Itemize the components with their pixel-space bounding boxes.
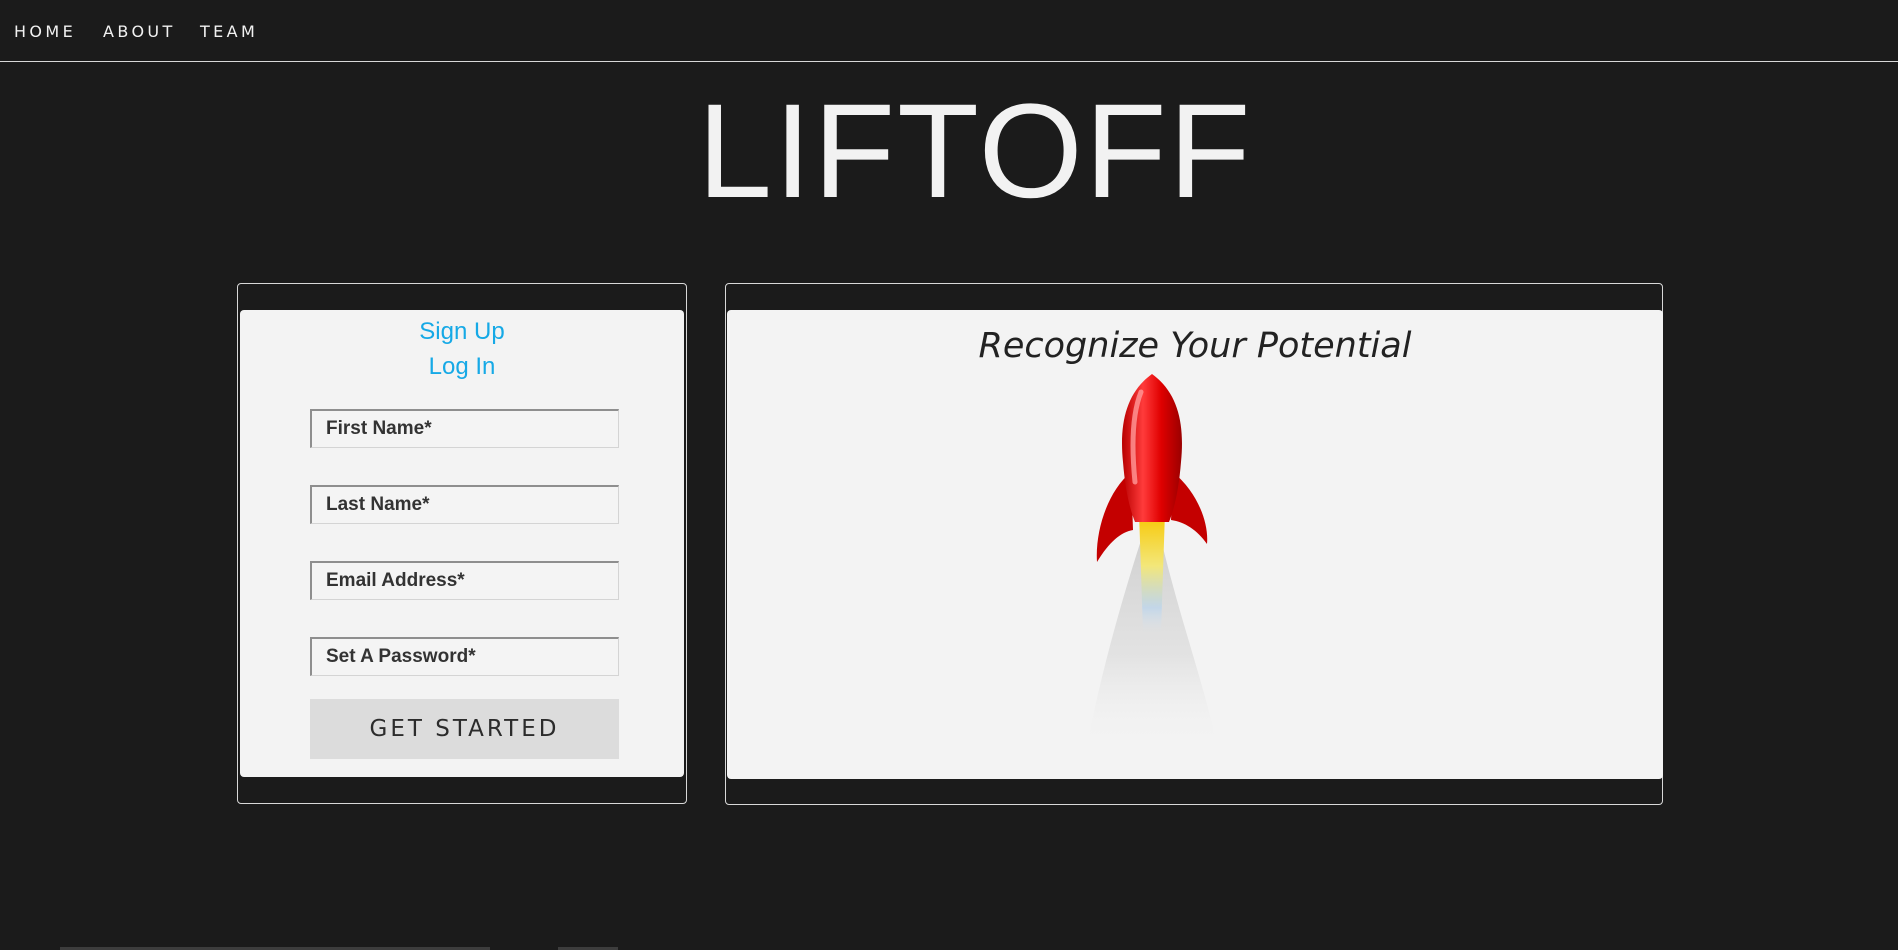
signup-form: Sign Up Log In GET STARTED	[240, 310, 684, 777]
hero-panel-frame: Recognize Your Potential	[725, 283, 1663, 805]
get-started-button[interactable]: GET STARTED	[310, 699, 619, 759]
email-field[interactable]	[310, 561, 619, 600]
nav-team-link[interactable]: TEAM	[200, 22, 258, 41]
hero-card: Recognize Your Potential	[727, 310, 1663, 779]
signup-panel-frame: Sign Up Log In GET STARTED	[237, 283, 687, 804]
auth-tabs: Sign Up Log In	[240, 314, 684, 384]
rocket-icon	[1087, 374, 1217, 747]
tab-sign-up[interactable]: Sign Up	[240, 314, 684, 349]
brand-title: LIFTOFF	[697, 77, 1253, 226]
first-name-field[interactable]	[310, 409, 619, 448]
nav-about-link[interactable]: ABOUT	[103, 22, 176, 41]
hero-tagline: Recognize Your Potential	[978, 326, 1412, 366]
nav-home-link[interactable]: HOME	[14, 22, 76, 41]
tab-log-in[interactable]: Log In	[240, 349, 684, 384]
password-field[interactable]	[310, 637, 619, 676]
last-name-field[interactable]	[310, 485, 619, 524]
top-nav: HOME ABOUT TEAM	[0, 0, 1898, 62]
